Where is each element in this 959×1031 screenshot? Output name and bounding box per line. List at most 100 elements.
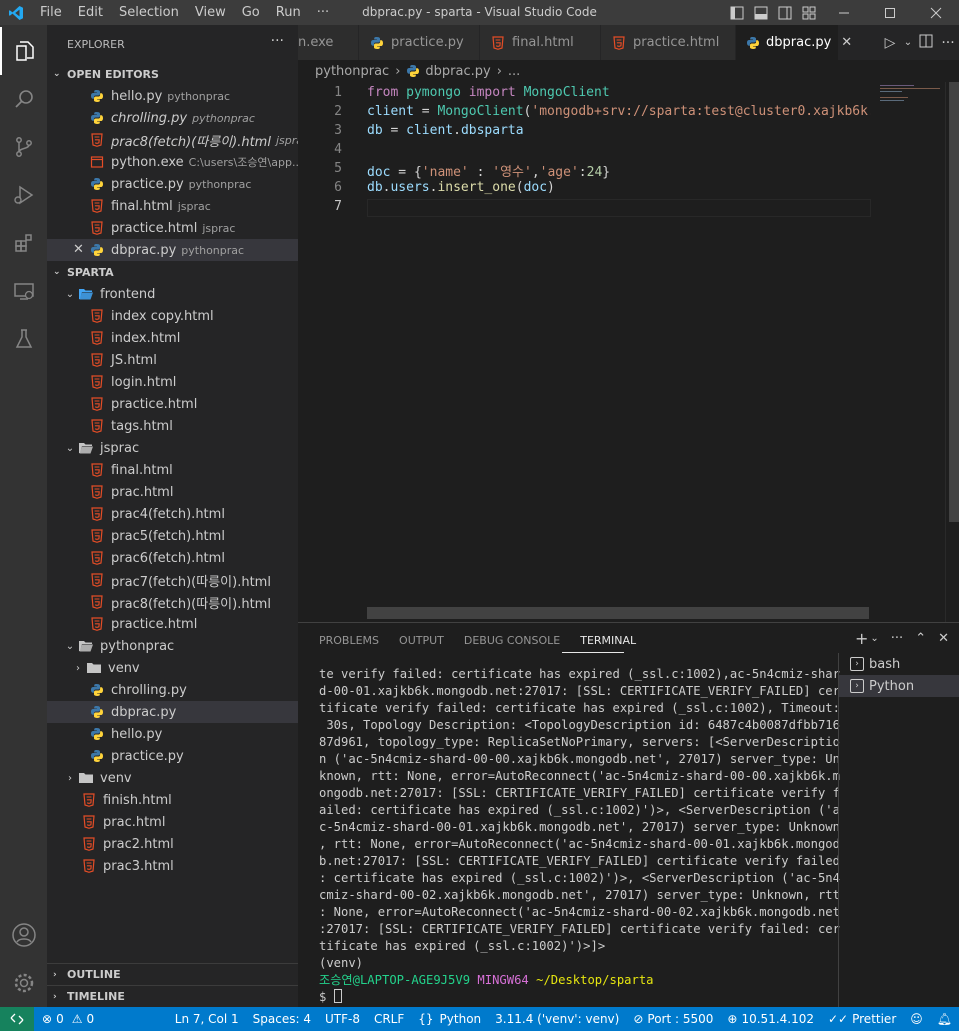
- close-panel-icon[interactable]: ✕: [938, 631, 949, 646]
- open-editor-item[interactable]: prac8(fetch)(따릉이).html jsprac: [47, 129, 298, 151]
- problems-indicator[interactable]: ⊗ 0 ⚠ 0: [34, 1012, 101, 1026]
- minimize-icon[interactable]: [821, 0, 867, 25]
- tab-n-exe[interactable]: n.exe: [298, 25, 359, 60]
- tree-file[interactable]: prac5(fetch).html: [47, 525, 298, 547]
- tree-file[interactable]: dbprac.py: [47, 701, 298, 723]
- code-line-1[interactable]: from pymongo import MongoClient: [367, 85, 610, 100]
- code-editor[interactable]: 1234567 from pymongo import MongoClient …: [298, 82, 871, 622]
- menu-more[interactable]: ···: [309, 0, 337, 25]
- tree-file[interactable]: prac6(fetch).html: [47, 547, 298, 569]
- tree-file[interactable]: JS.html: [47, 349, 298, 371]
- tree-file[interactable]: practice.py: [47, 745, 298, 767]
- more-actions-icon[interactable]: ···: [271, 33, 284, 49]
- live-server-port[interactable]: ⊘ Port : 5500: [626, 1012, 720, 1026]
- outline-section[interactable]: › OUTLINE: [47, 963, 298, 985]
- menu-go[interactable]: Go: [234, 0, 268, 25]
- accounts-icon[interactable]: [0, 911, 47, 959]
- feedback-icon[interactable]: ☺: [903, 1012, 930, 1026]
- language-mode[interactable]: {} Python: [411, 1012, 488, 1026]
- tree-file[interactable]: prac.html: [47, 811, 298, 833]
- menu-file[interactable]: File: [32, 0, 70, 25]
- panel-tab-debug-console[interactable]: DEBUG CONSOLE: [454, 623, 570, 657]
- python-interpreter[interactable]: 3.11.4 ('venv': venv): [488, 1012, 626, 1026]
- notifications-bell-icon[interactable]: 🔔︎: [930, 1012, 959, 1026]
- tree-file[interactable]: prac2.html: [47, 833, 298, 855]
- tree-file[interactable]: prac.html: [47, 481, 298, 503]
- open-editor-item[interactable]: ✕ dbprac.py pythonprac: [47, 239, 298, 261]
- open-editor-item[interactable]: chrolling.py pythonprac: [47, 107, 298, 129]
- encoding[interactable]: UTF-8: [318, 1012, 367, 1026]
- tab-final-html[interactable]: final.html: [480, 25, 601, 60]
- panel-tab-problems[interactable]: PROBLEMS: [298, 623, 389, 657]
- terminal-instance-python[interactable]: › Python: [839, 675, 959, 697]
- cursor-position[interactable]: Ln 7, Col 1: [168, 1012, 246, 1026]
- remote-icon[interactable]: [0, 1007, 34, 1031]
- menu-selection[interactable]: Selection: [111, 0, 187, 25]
- explorer-icon[interactable]: [0, 27, 47, 75]
- tab-dbprac-py[interactable]: dbprac.py ✕: [736, 25, 852, 60]
- source-control-icon[interactable]: [0, 123, 47, 171]
- open-editor-item[interactable]: final.html jsprac: [47, 195, 298, 217]
- toggle-sidebar-icon[interactable]: [725, 0, 749, 25]
- tree-file[interactable]: practice.html: [47, 613, 298, 635]
- menu-edit[interactable]: Edit: [70, 0, 111, 25]
- tree-folder[interactable]: ⌄ frontend: [47, 283, 298, 305]
- tab-practice-html[interactable]: practice.html: [601, 25, 736, 60]
- open-editor-item[interactable]: python.exe C:\users\조승연\app...: [47, 151, 298, 173]
- workspace-section[interactable]: ⌄ SPARTA: [47, 261, 298, 283]
- panel-tab-output[interactable]: OUTPUT: [389, 623, 454, 657]
- tab-practice-py[interactable]: practice.py: [359, 25, 480, 60]
- manage-gear-icon[interactable]: [0, 959, 47, 1007]
- horizontal-scrollbar-thumb[interactable]: [367, 607, 869, 619]
- toggle-secondary-sidebar-icon[interactable]: [773, 0, 797, 25]
- tree-file[interactable]: tags.html: [47, 415, 298, 437]
- tree-file[interactable]: final.html: [47, 459, 298, 481]
- close-window-icon[interactable]: [913, 0, 959, 25]
- code-line-3[interactable]: db = client.dbsparta: [367, 123, 524, 138]
- maximize-icon[interactable]: [867, 0, 913, 25]
- indentation[interactable]: Spaces: 4: [246, 1012, 318, 1026]
- menu-view[interactable]: View: [187, 0, 234, 25]
- toggle-panel-icon[interactable]: [749, 0, 773, 25]
- tree-file[interactable]: practice.html: [47, 393, 298, 415]
- close-icon[interactable]: ✕: [73, 242, 84, 257]
- tree-folder[interactable]: › venv: [47, 657, 298, 679]
- terminal-output[interactable]: te verify failed: certificate has expire…: [319, 666, 840, 1006]
- tree-file[interactable]: hello.py: [47, 723, 298, 745]
- breadcrumb-more[interactable]: ...: [508, 64, 520, 79]
- end-of-line[interactable]: CRLF: [367, 1012, 411, 1026]
- code-line-2[interactable]: client = MongoClient('mongodb+srv://spar…: [367, 104, 871, 119]
- tree-file[interactable]: prac8(fetch)(따릉이).html: [47, 591, 298, 613]
- tree-folder[interactable]: ⌄ pythonprac: [47, 635, 298, 657]
- run-file-icon[interactable]: ▷: [879, 35, 901, 51]
- breadcrumb-file[interactable]: dbprac.py: [425, 64, 490, 79]
- ip-address[interactable]: ⊕ 10.51.4.102: [720, 1012, 821, 1026]
- tree-folder[interactable]: ⌄ jsprac: [47, 437, 298, 459]
- close-tab-icon[interactable]: ✕: [841, 35, 852, 50]
- chevron-down-icon[interactable]: ⌄: [870, 633, 878, 644]
- tree-file[interactable]: login.html: [47, 371, 298, 393]
- menu-run[interactable]: Run: [268, 0, 309, 25]
- editor-scrollbar-thumb[interactable]: [949, 82, 959, 522]
- terminal-input-line[interactable]: $: [319, 989, 819, 1006]
- split-editor-icon[interactable]: [915, 34, 937, 52]
- testing-icon[interactable]: [0, 315, 47, 363]
- open-editor-item[interactable]: practice.py pythonprac: [47, 173, 298, 195]
- tree-file[interactable]: chrolling.py: [47, 679, 298, 701]
- run-debug-icon[interactable]: [0, 171, 47, 219]
- tree-file[interactable]: index copy.html: [47, 305, 298, 327]
- remote-explorer-icon[interactable]: [0, 267, 47, 315]
- code-line-6[interactable]: db.users.insert_one(doc): [367, 180, 555, 195]
- tree-folder[interactable]: › venv: [47, 767, 298, 789]
- prettier-status[interactable]: ✓✓ Prettier: [821, 1012, 903, 1026]
- tree-file[interactable]: index.html: [47, 327, 298, 349]
- editor-more-actions-icon[interactable]: ···: [937, 35, 959, 51]
- customize-layout-icon[interactable]: [797, 0, 821, 25]
- minimap[interactable]: [871, 82, 945, 622]
- tree-file[interactable]: prac7(fetch)(따릉이).html: [47, 569, 298, 591]
- tree-file[interactable]: prac4(fetch).html: [47, 503, 298, 525]
- terminal-instance-bash[interactable]: › bash: [839, 653, 959, 675]
- extensions-icon[interactable]: [0, 219, 47, 267]
- maximize-panel-icon[interactable]: ⌃: [915, 631, 926, 646]
- new-terminal-icon[interactable]: +: [855, 629, 868, 648]
